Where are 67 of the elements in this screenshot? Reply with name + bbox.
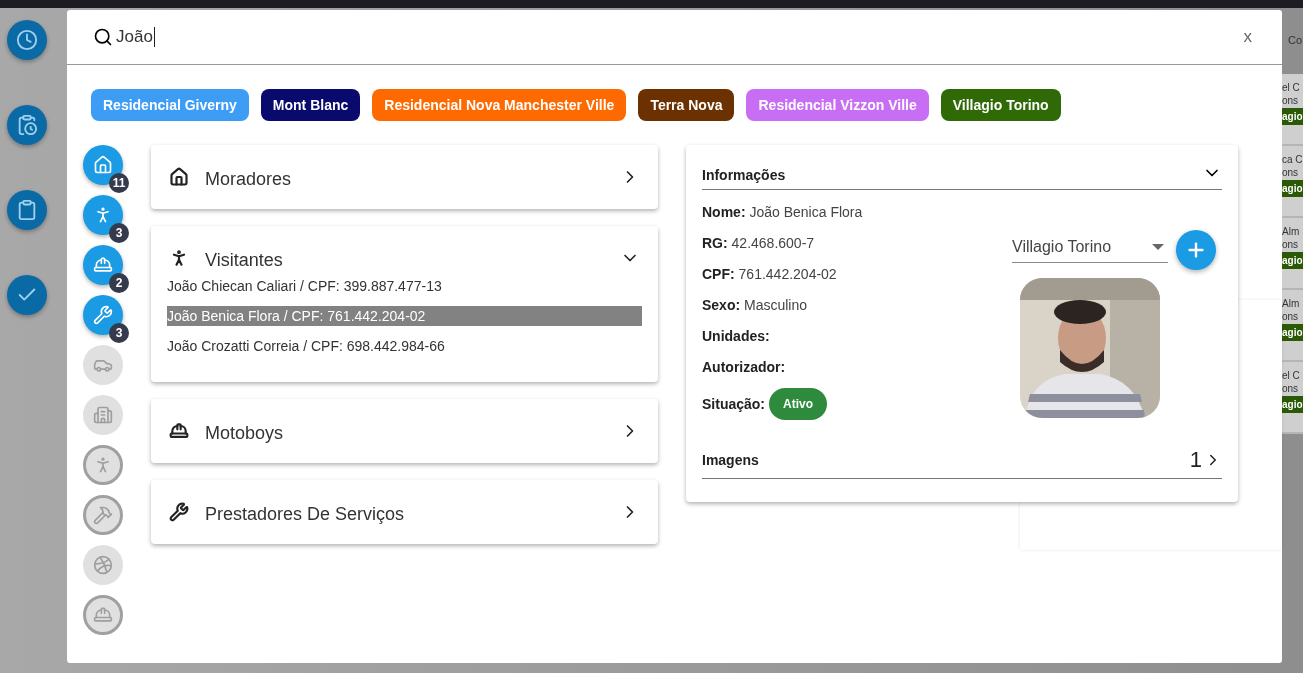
images-label: Imagens <box>702 452 759 468</box>
category-button[interactable] <box>83 245 123 285</box>
row-text: ons <box>1282 383 1300 394</box>
info-title: Informações <box>702 167 786 183</box>
helmet-icon <box>93 605 113 625</box>
info-field: Unidades: <box>702 326 1012 346</box>
row-tag: agio <box>1282 252 1303 269</box>
check-button[interactable] <box>7 275 47 315</box>
add-button[interactable] <box>1176 230 1216 270</box>
info-field: RG: 42.468.600-7 <box>702 233 1012 253</box>
ball-icon <box>93 555 113 575</box>
clipboard-clock-icon <box>16 114 38 136</box>
row-tag: agio <box>1282 324 1303 341</box>
row-text: el C <box>1282 82 1301 93</box>
info-field: Nome: João Benica Flora <box>702 202 1012 222</box>
visitor-item[interactable]: João Chiecan Caliari / CPF: 399.887.477-13 <box>167 276 642 296</box>
status-label: Situação: <box>702 396 765 412</box>
visitor-item[interactable]: João Benica Flora / CPF: 761.442.204-02 <box>167 306 642 326</box>
section-title[interactable]: Moradores <box>205 164 604 190</box>
clipboard-clock-button[interactable] <box>7 105 47 145</box>
count-badge: 11 <box>109 173 129 193</box>
visitor-item[interactable]: João Crozatti Correia / CPF: 698.442.984-66 <box>167 336 642 356</box>
row-text: ons <box>1282 311 1300 322</box>
row-text: el C <box>1282 370 1301 381</box>
status-badge: Ativo <box>769 388 827 420</box>
condominium-tag[interactable]: Villagio Torino <box>940 89 1061 121</box>
info-field: Sexo: Masculino <box>702 295 1012 315</box>
category-button[interactable] <box>83 145 123 185</box>
row-text: Alm <box>1282 298 1301 309</box>
count-badge: 3 <box>109 223 129 243</box>
wrench-icon <box>93 305 113 325</box>
category-button[interactable] <box>83 195 123 235</box>
row-text: ons <box>1282 239 1300 250</box>
helmet-icon <box>169 421 189 441</box>
clock-icon <box>16 29 38 51</box>
section-title[interactable]: Visitantes <box>205 245 604 271</box>
info-field: Autorizador: <box>702 357 1012 377</box>
category-button[interactable] <box>83 295 123 335</box>
clock-button[interactable] <box>7 20 47 60</box>
section-title[interactable]: Motoboys <box>205 418 604 444</box>
clipboard-icon <box>16 199 38 221</box>
info-field: CPF: 761.442.204-02 <box>702 264 1012 284</box>
search-icon <box>93 27 113 47</box>
house-icon <box>93 155 113 175</box>
helmet-icon <box>93 255 113 275</box>
house-icon <box>169 167 189 187</box>
section-title[interactable]: Prestadores De Serviços <box>205 499 604 525</box>
images-count[interactable]: 1 <box>1189 447 1222 473</box>
building-icon <box>93 405 113 425</box>
row-text: ons <box>1282 95 1300 106</box>
clipboard-button[interactable] <box>7 190 47 230</box>
row-text: ons <box>1282 167 1300 178</box>
condominium-tag[interactable]: Terra Nova <box>638 89 735 121</box>
count-badge: 3 <box>109 323 129 343</box>
hammer-icon <box>93 505 113 525</box>
column-header: Co <box>1287 34 1303 48</box>
row-tag: agio <box>1282 180 1303 197</box>
row-tag: agio <box>1282 108 1303 125</box>
row-tag: agio <box>1282 396 1303 413</box>
caret-icon <box>1152 243 1164 250</box>
row-text: ca C <box>1282 154 1303 165</box>
unit-select[interactable]: Villagio Torino <box>1012 231 1168 263</box>
condominium-tag[interactable]: Mont Blanc <box>260 89 361 121</box>
search-field[interactable]: João <box>116 27 155 47</box>
close-button[interactable]: x <box>1239 27 1256 47</box>
count-badge: 2 <box>109 273 129 293</box>
row-text: Alm <box>1282 226 1301 237</box>
